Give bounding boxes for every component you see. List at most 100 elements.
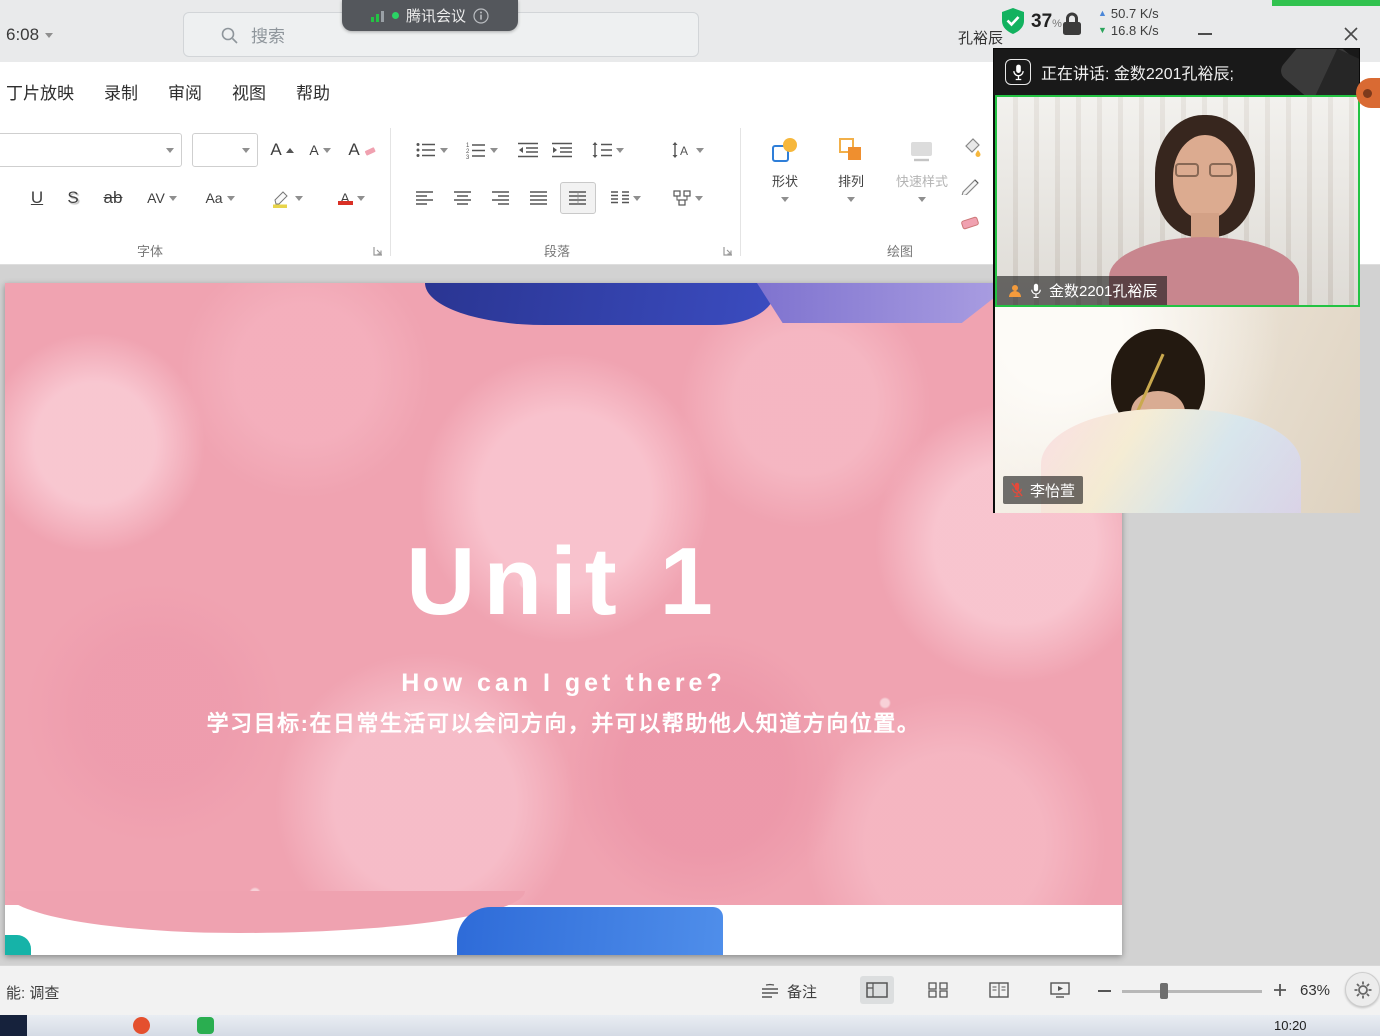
increase-indent-icon	[552, 142, 572, 158]
slide-deco-blue-shape	[457, 907, 723, 955]
mic-icon	[1012, 64, 1025, 81]
convert-smartart-button[interactable]	[664, 182, 712, 214]
system-time[interactable]: 6:08	[6, 25, 53, 45]
align-center-button[interactable]	[448, 182, 478, 214]
zoom-percent-label[interactable]: 63%	[1300, 982, 1330, 999]
upload-speed-row: ▲ 50.7 K/s	[1098, 5, 1159, 22]
screen: 6:08 搜索 腾讯会议 孔裕辰 37% ▲ 50.7 K/s	[0, 0, 1380, 1036]
text-direction-icon: A	[672, 142, 692, 158]
font-name-dropdown[interactable]	[0, 133, 182, 167]
chevron-down-icon	[242, 148, 250, 153]
zoom-in-button[interactable]	[1270, 980, 1290, 1000]
mic-muted-icon	[1011, 482, 1023, 498]
shape-fill-button[interactable]	[954, 130, 988, 162]
numbered-list-button[interactable]: 123	[460, 134, 504, 166]
chevron-down-icon	[227, 196, 235, 201]
settings-gear-button[interactable]	[1345, 972, 1380, 1007]
decrease-indent-button[interactable]	[514, 134, 542, 166]
taskbar-app-icon[interactable]	[133, 1017, 150, 1034]
glasses-shape	[1209, 163, 1233, 177]
font-color-button[interactable]: A	[324, 182, 378, 214]
character-spacing-button[interactable]: AV	[138, 182, 186, 214]
eraser-icon	[960, 213, 982, 231]
shape-eraser-button[interactable]	[954, 206, 988, 238]
meeting-pill[interactable]: 腾讯会议	[342, 0, 518, 31]
start-button[interactable]	[0, 1015, 27, 1036]
align-left-button[interactable]	[410, 182, 440, 214]
taskbar: 10:20	[0, 1015, 1380, 1036]
slide-sorter-icon	[928, 982, 948, 998]
slide-title[interactable]: Unit 1	[5, 527, 1122, 637]
shape-outline-button[interactable]	[954, 168, 988, 200]
menu-item-review[interactable]: 审阅	[168, 79, 202, 104]
slide-objective-text[interactable]: 学习目标:在日常生活可以会问方向，并可以帮助他人知道方向位置。	[5, 706, 1122, 738]
shrink-icon	[323, 148, 331, 153]
participant-video-1[interactable]: 金数2201孔裕辰	[995, 95, 1360, 307]
reading-view-icon	[989, 982, 1009, 998]
zoom-out-button[interactable]	[1094, 983, 1114, 999]
shapes-button[interactable]: 形状	[756, 132, 814, 242]
chevron-down-icon	[696, 148, 704, 153]
shrink-font-button[interactable]: A	[304, 134, 336, 166]
chevron-down-icon	[633, 196, 641, 201]
slide-subtitle[interactable]: How can I get there?	[5, 669, 1122, 698]
panel-collapse-tab[interactable]	[1356, 78, 1380, 108]
font-size-dropdown[interactable]	[192, 133, 258, 167]
strikethrough-button[interactable]: ab	[94, 182, 132, 214]
menu-item-slideshow[interactable]: 丁片放映	[6, 79, 74, 104]
text-direction-button[interactable]: A	[664, 134, 712, 166]
download-speed-row: ▼ 16.8 K/s	[1098, 22, 1159, 39]
chevron-down-icon	[295, 196, 303, 201]
paragraph-dialog-launcher[interactable]	[722, 244, 734, 256]
close-button[interactable]	[1340, 24, 1362, 44]
chevron-down-icon	[616, 148, 624, 153]
increase-indent-button[interactable]	[548, 134, 576, 166]
smartart-icon	[673, 190, 691, 206]
mic-status-icon-box	[1005, 59, 1031, 85]
menu-item-view[interactable]: 视图	[232, 79, 266, 104]
clear-format-button[interactable]: A	[344, 134, 380, 166]
upload-speed: 50.7 K/s	[1111, 5, 1159, 22]
justify-icon	[530, 191, 548, 205]
search-placeholder: 搜索	[251, 22, 285, 47]
participant-1-name: 金数2201孔裕辰	[1049, 280, 1157, 301]
grow-font-button[interactable]: A	[266, 134, 298, 166]
download-speed: 16.8 K/s	[1111, 22, 1159, 39]
signal-bars-icon	[371, 10, 385, 22]
line-spacing-button[interactable]	[586, 134, 630, 166]
justify-button[interactable]	[524, 182, 554, 214]
bullet-list-button[interactable]	[410, 134, 454, 166]
menu-item-help[interactable]: 帮助	[296, 79, 330, 104]
zoom-slider[interactable]	[1122, 990, 1262, 993]
taskbar-clock[interactable]: 10:20	[1274, 1018, 1307, 1033]
slide[interactable]: Unit 1 How can I get there? 学习目标:在日常生活可以…	[5, 283, 1122, 955]
notes-button[interactable]: 备注	[760, 978, 817, 1004]
chevron-down-icon	[440, 148, 448, 153]
text-shadow-button[interactable]: S	[58, 182, 88, 214]
columns-button[interactable]	[604, 182, 648, 214]
view-normal-button[interactable]	[860, 976, 894, 1004]
highlight-color-button[interactable]	[260, 182, 314, 214]
tab-dot-icon	[1363, 89, 1372, 98]
zoom-slider-handle[interactable]	[1160, 983, 1168, 999]
taskbar-app-icon[interactable]	[197, 1017, 214, 1034]
view-slide-sorter-button[interactable]	[921, 976, 955, 1004]
arrange-button[interactable]: 排列	[822, 132, 880, 242]
quick-styles-button[interactable]: 快速样式	[884, 132, 960, 242]
security-shield-icon[interactable]	[1000, 7, 1026, 40]
participant-video-2[interactable]: 李怡萱	[995, 307, 1360, 513]
svg-text:3: 3	[466, 155, 470, 159]
minimize-button[interactable]	[1194, 24, 1216, 44]
info-icon[interactable]	[473, 8, 489, 24]
view-slideshow-button[interactable]	[1043, 976, 1077, 1004]
underline-button[interactable]: U	[22, 182, 52, 214]
view-reading-button[interactable]	[982, 976, 1016, 1004]
chevron-down-icon	[847, 197, 855, 202]
menu-item-record[interactable]: 录制	[104, 79, 138, 104]
change-case-button[interactable]: Aa	[196, 182, 244, 214]
align-right-button[interactable]	[486, 182, 516, 214]
distribute-text-button[interactable]	[560, 182, 596, 214]
chevron-down-icon	[781, 197, 789, 202]
chevron-down-icon	[918, 197, 926, 202]
font-dialog-launcher[interactable]	[372, 244, 384, 256]
